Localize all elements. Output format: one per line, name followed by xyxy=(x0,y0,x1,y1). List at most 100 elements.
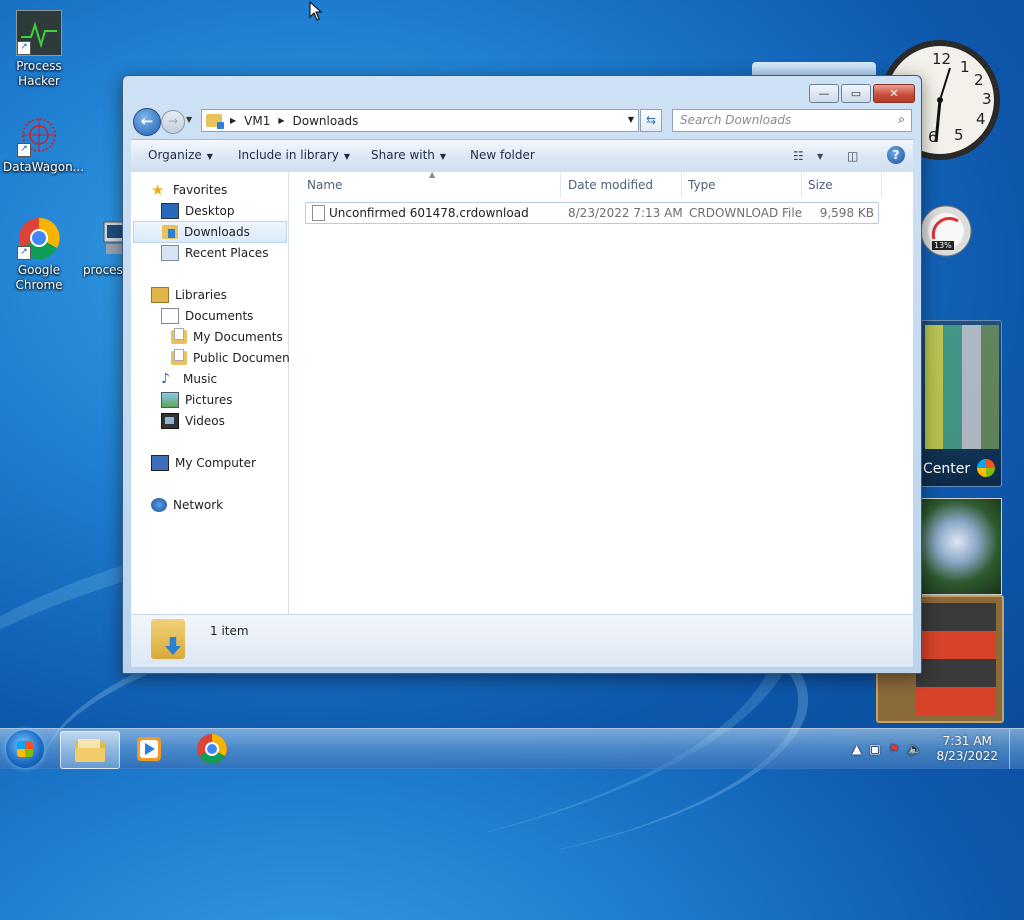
column-header-type[interactable]: Type xyxy=(688,178,716,192)
nav-my-documents[interactable]: My Documents xyxy=(171,327,283,347)
show-hidden-icons-icon[interactable]: ▲ xyxy=(852,742,861,756)
desktop-icon-datawagon[interactable]: ↗ DataWagon... xyxy=(3,113,84,175)
preview-pane-icon[interactable]: ◫ xyxy=(847,149,858,163)
forward-button[interactable]: → xyxy=(161,110,185,134)
taskbar-explorer-button[interactable] xyxy=(60,731,120,769)
column-divider[interactable] xyxy=(801,172,802,198)
breadcrumb-vm1[interactable]: VM1 xyxy=(244,114,270,128)
organize-button[interactable]: Organize ▼ xyxy=(148,148,213,162)
media-center-gadget[interactable]: Center xyxy=(920,320,1002,487)
share-with-label: Share with xyxy=(371,148,435,162)
column-divider[interactable] xyxy=(881,172,882,198)
nav-pictures[interactable]: Pictures xyxy=(161,390,233,410)
nav-label: Network xyxy=(173,498,224,512)
minimize-button[interactable]: — xyxy=(809,84,839,103)
system-clock[interactable]: 7:31 AM 8/23/2022 xyxy=(936,734,998,764)
volume-icon[interactable]: 🔈 xyxy=(908,742,923,756)
organize-label: Organize xyxy=(148,148,202,162)
new-folder-button[interactable]: New folder xyxy=(470,148,535,162)
column-header-size[interactable]: Size xyxy=(808,178,833,192)
music-note-icon: ♪ xyxy=(161,371,170,387)
chrome-icon: ↗ xyxy=(17,216,61,260)
nav-music[interactable]: ♪ Music xyxy=(161,369,217,389)
folder-icon xyxy=(171,328,187,344)
navigation-pane: ★ Favorites Desktop Downloads Recent Plac… xyxy=(131,172,301,614)
column-divider[interactable] xyxy=(681,172,682,198)
show-desktop-button[interactable] xyxy=(1009,729,1024,769)
search-box[interactable]: ⌕ xyxy=(672,109,912,132)
desktop-folder-icon xyxy=(161,203,179,219)
column-header-date-modified[interactable]: Date modified xyxy=(568,178,653,192)
nav-libraries[interactable]: Libraries xyxy=(151,285,227,305)
taskbar-media-player-button[interactable] xyxy=(120,731,178,767)
search-icon[interactable]: ⌕ xyxy=(898,112,905,127)
item-count: 1 item xyxy=(210,624,249,638)
address-bar[interactable]: ▶ VM1 ▶ Downloads ▼ xyxy=(201,109,639,132)
star-icon: ★ xyxy=(151,181,165,199)
nav-videos[interactable]: Videos xyxy=(161,411,225,431)
file-type: CRDOWNLOAD File xyxy=(689,206,803,220)
taskbar-chrome-button[interactable] xyxy=(183,731,241,767)
cpu-meter-gadget[interactable]: 13% xyxy=(920,205,972,257)
window-controls: — ▭ ✕ xyxy=(809,84,915,103)
network-tray-icon[interactable]: ▣ xyxy=(869,742,880,756)
computer-icon xyxy=(151,455,169,471)
start-button[interactable] xyxy=(6,730,44,768)
nav-network[interactable]: Network xyxy=(151,495,223,515)
desktop-icon-process-hacker[interactable]: ↗ Process Hacker xyxy=(3,10,75,89)
nav-documents[interactable]: Documents xyxy=(161,306,253,326)
media-center-label: Center xyxy=(923,461,971,477)
close-button[interactable]: ✕ xyxy=(873,84,915,103)
column-divider[interactable] xyxy=(560,172,561,198)
forward-arrow-icon: → xyxy=(167,114,179,128)
libraries-icon xyxy=(151,287,169,303)
share-with-button[interactable]: Share with ▼ xyxy=(371,148,446,162)
clock-numeral: 2 xyxy=(974,71,984,89)
nav-recent-places[interactable]: Recent Places xyxy=(161,243,268,263)
change-view-icon[interactable]: ☷ xyxy=(793,149,804,163)
nav-label: Downloads xyxy=(184,225,250,239)
maximize-icon: ▭ xyxy=(850,87,862,100)
clock-numeral: 4 xyxy=(976,110,986,128)
clock-numeral: 6 xyxy=(928,128,938,146)
pictures-icon xyxy=(161,392,179,408)
nav-label: My Computer xyxy=(175,456,256,470)
help-icon[interactable]: ? xyxy=(887,146,905,164)
back-button[interactable]: ← xyxy=(133,108,161,136)
downloads-folder-icon xyxy=(162,225,178,239)
include-in-library-button[interactable]: Include in library ▼ xyxy=(238,148,350,162)
network-icon xyxy=(151,498,167,512)
file-date-modified: 8/23/2022 7:13 AM xyxy=(568,206,683,220)
nav-favorites[interactable]: ★ Favorites xyxy=(151,180,227,200)
file-row[interactable]: Unconfirmed 601478.crdownload 8/23/2022 … xyxy=(305,202,879,224)
nav-desktop[interactable]: Desktop xyxy=(161,201,235,221)
recent-pages-button[interactable]: ▼ xyxy=(186,115,192,124)
address-dropdown-icon[interactable]: ▼ xyxy=(628,115,634,124)
minimize-icon: — xyxy=(818,87,830,100)
nav-my-computer[interactable]: My Computer xyxy=(151,453,256,473)
view-options-dropdown-icon[interactable]: ▼ xyxy=(817,152,823,161)
breadcrumb-downloads[interactable]: Downloads xyxy=(293,114,359,128)
slideshow-gadget[interactable] xyxy=(920,498,1002,595)
notification-area: ▲ ▣ ⚑ 🔈 7:31 AM 8/23/2022 xyxy=(848,729,1024,769)
folder-icon xyxy=(75,739,105,762)
breadcrumb-separator-icon[interactable]: ▶ xyxy=(230,116,236,125)
search-input[interactable] xyxy=(673,110,880,129)
downloads-folder-icon xyxy=(206,114,224,129)
desktop-icon-google-chrome[interactable]: ↗ Google Chrome xyxy=(3,216,75,293)
clock-numeral: 5 xyxy=(954,126,964,144)
sort-ascending-icon: ▲ xyxy=(429,170,436,179)
nav-public-documents[interactable]: Public Documents xyxy=(171,348,301,368)
nav-label: Music xyxy=(183,372,218,386)
datawagon-icon: ↗ xyxy=(17,113,61,157)
nav-downloads[interactable]: Downloads xyxy=(133,221,287,243)
nav-label: Libraries xyxy=(175,288,227,302)
maximize-button[interactable]: ▭ xyxy=(841,84,871,103)
refresh-button[interactable]: ⇆ xyxy=(640,109,662,132)
taskbar: ▲ ▣ ⚑ 🔈 7:31 AM 8/23/2022 xyxy=(0,728,1024,769)
breadcrumb-separator-icon[interactable]: ▶ xyxy=(278,116,284,125)
action-center-icon[interactable]: ⚑ xyxy=(889,742,900,756)
clock-numeral: 12 xyxy=(932,50,952,68)
column-header-name[interactable]: Name xyxy=(307,178,342,192)
nav-label: My Documents xyxy=(193,330,283,344)
